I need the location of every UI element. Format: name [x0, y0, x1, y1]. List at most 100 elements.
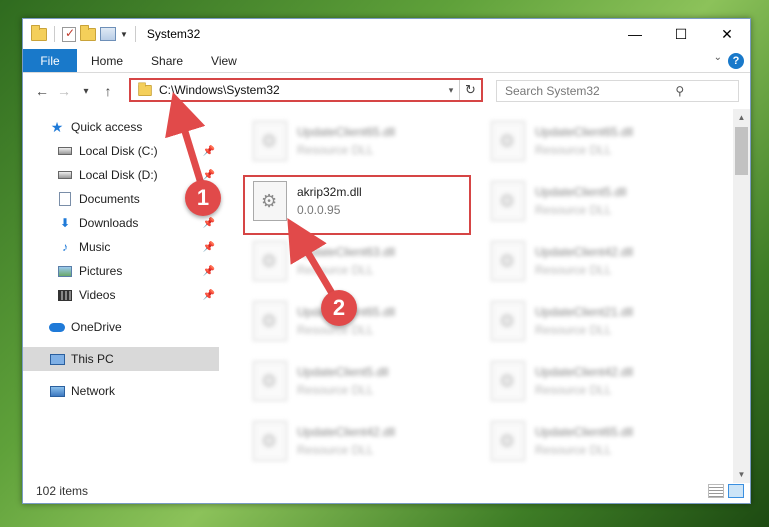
file-type: Resource DLL	[297, 443, 374, 457]
pictures-icon	[57, 264, 73, 278]
details-view-icon[interactable]	[708, 484, 724, 498]
file-tile[interactable]: UpdateClient42.dll Resource DLL	[485, 357, 713, 405]
title-bar: ▼ System32 — ☐ ✕	[23, 19, 750, 49]
pin-icon[interactable]: 📌	[203, 218, 215, 229]
chevron-down-icon[interactable]: ▾	[443, 85, 459, 96]
address-bar[interactable]: C:\Windows\System32 ▾ ↻	[129, 78, 483, 102]
quick-access-toolbar: ▼	[31, 24, 139, 42]
back-button[interactable]: ←	[31, 83, 53, 99]
file-tile[interactable]: UpdateClient65.dllResource DLL	[485, 417, 713, 465]
status-bar: 102 items	[23, 479, 750, 503]
search-placeholder: Search System32	[505, 84, 600, 98]
scroll-thumb[interactable]	[735, 127, 748, 175]
sidebar-item-label: OneDrive	[71, 320, 122, 334]
file-type: Resource DLL	[535, 323, 612, 337]
dll-file-icon	[491, 301, 525, 341]
file-name: UpdateClient42.dll	[297, 425, 396, 439]
navigation-pane: ★ Quick access Local Disk (C:) 📌 Local D…	[23, 115, 219, 475]
file-type: Resource DLL	[535, 383, 612, 397]
file-type: Resource DLL	[535, 263, 612, 277]
callout-two-badge: 2	[321, 290, 357, 326]
sidebar-item-label: This PC	[71, 352, 114, 366]
dll-file-icon	[491, 181, 525, 221]
disk-icon	[57, 168, 73, 182]
pin-icon[interactable]: 📌	[203, 290, 215, 301]
search-icon[interactable]: ⚲	[622, 84, 739, 98]
address-text[interactable]: C:\Windows\System32	[159, 83, 443, 97]
disk-icon	[57, 144, 73, 158]
pin-icon[interactable]: 📌	[203, 242, 215, 253]
dll-file-icon	[253, 361, 287, 401]
chevron-down-icon[interactable]: ▼	[120, 30, 128, 39]
file-name: UpdateClient5.dll	[297, 365, 389, 379]
sidebar-item-label: Network	[71, 384, 116, 398]
pin-icon[interactable]: 📌	[203, 266, 215, 277]
window-title: System32	[146, 27, 201, 41]
sidebar-item-quick-access[interactable]: ★ Quick access	[23, 115, 219, 139]
separator	[134, 26, 136, 42]
dll-file-icon	[253, 421, 287, 461]
file-tile[interactable]: UpdateClient21.dll Resource DLL	[485, 297, 713, 345]
pin-icon[interactable]: 📌	[203, 146, 215, 157]
dll-file-icon	[253, 241, 287, 281]
file-type: Resource DLL	[297, 143, 374, 157]
close-button[interactable]: ✕	[704, 19, 750, 49]
tab-file[interactable]: File	[23, 49, 77, 72]
forward-button[interactable]: →	[53, 83, 75, 99]
tab-view[interactable]: View	[197, 49, 251, 72]
file-tile[interactable]: UpdateClient65.dll Resource DLL	[247, 117, 475, 165]
sidebar-item-this-pc[interactable]: This PC	[23, 347, 219, 371]
file-tile[interactable]: UpdateClient65.dllResource DLL	[485, 117, 713, 165]
file-tile[interactable]: UpdateClient42.dll Resource DLL	[247, 417, 475, 465]
vertical-scrollbar[interactable]: ▲ ▼	[733, 109, 750, 483]
tiles-view-icon[interactable]	[728, 484, 744, 498]
file-list: UpdateClient65.dll Resource DLL UpdateCli…	[219, 109, 737, 475]
downloads-icon: ⬇	[59, 216, 71, 230]
dll-file-icon	[491, 121, 525, 161]
music-icon: ♪	[62, 240, 68, 254]
sidebar-item-videos[interactable]: Videos 📌	[23, 283, 219, 307]
refresh-button[interactable]: ↻	[459, 80, 481, 100]
pin-icon[interactable]: 📌	[203, 170, 215, 181]
folder-icon	[31, 24, 47, 41]
minimize-button[interactable]: —	[612, 19, 658, 49]
file-name: UpdateClient65.dll	[297, 125, 396, 139]
tab-home[interactable]: Home	[77, 49, 137, 72]
tab-share[interactable]: Share	[137, 49, 197, 72]
sidebar-item-local-disk-c[interactable]: Local Disk (C:) 📌	[23, 139, 219, 163]
sidebar-item-network[interactable]: Network	[23, 379, 219, 403]
sidebar-item-onedrive[interactable]: OneDrive	[23, 315, 219, 339]
item-count: 102 items	[36, 484, 89, 498]
help-icon[interactable]: ?	[728, 53, 744, 69]
new-folder-icon[interactable]	[80, 24, 96, 41]
properties-check-icon[interactable]	[62, 26, 76, 42]
file-tile[interactable]: UpdateClient63.dll Resource DLL	[247, 237, 475, 285]
navigation-bar: ← → ▾ ↑ C:\Windows\System32 ▾ ↻ Search S…	[23, 74, 750, 108]
sidebar-item-label: Music	[79, 240, 111, 254]
file-tile[interactable]: UpdateClient42.dll Resource DLL	[485, 237, 713, 285]
file-tile[interactable]: UpdateClient65.dllResource DLL	[247, 297, 475, 345]
file-type: Resource DLL	[535, 203, 612, 217]
maximize-button[interactable]: ☐	[658, 19, 704, 49]
sidebar-item-local-disk-d[interactable]: Local Disk (D:) 📌	[23, 163, 219, 187]
file-name: UpdateClient42.dll	[535, 245, 634, 259]
file-name: UpdateClient65.dll	[535, 425, 634, 439]
sidebar-item-label: Downloads	[79, 216, 139, 230]
file-type: Resource DLL	[297, 323, 374, 337]
file-tile[interactable]: UpdateClient5.dll Resource DLL	[247, 357, 475, 405]
documents-icon	[57, 192, 73, 206]
search-input[interactable]: Search System32 ⚲	[496, 80, 739, 102]
sidebar-item-label: Videos	[79, 288, 116, 302]
sidebar-item-music[interactable]: ♪ Music 📌	[23, 235, 219, 259]
expand-ribbon-icon[interactable]: ⌄	[714, 52, 722, 63]
sidebar-item-downloads[interactable]: ⬇ Downloads 📌	[23, 211, 219, 235]
up-button[interactable]: ↑	[97, 83, 119, 99]
sidebar-item-label: Documents	[79, 192, 140, 206]
customize-toolbar-icon[interactable]	[100, 27, 116, 41]
scroll-up-icon[interactable]: ▲	[733, 109, 750, 126]
file-tile[interactable]: UpdateClient5.dll Resource DLL	[485, 177, 713, 225]
this-pc-icon	[49, 352, 65, 366]
recent-locations-button[interactable]: ▾	[75, 86, 97, 97]
sidebar-item-pictures[interactable]: Pictures 📌	[23, 259, 219, 283]
file-name: UpdateClient5.dll	[535, 185, 627, 199]
